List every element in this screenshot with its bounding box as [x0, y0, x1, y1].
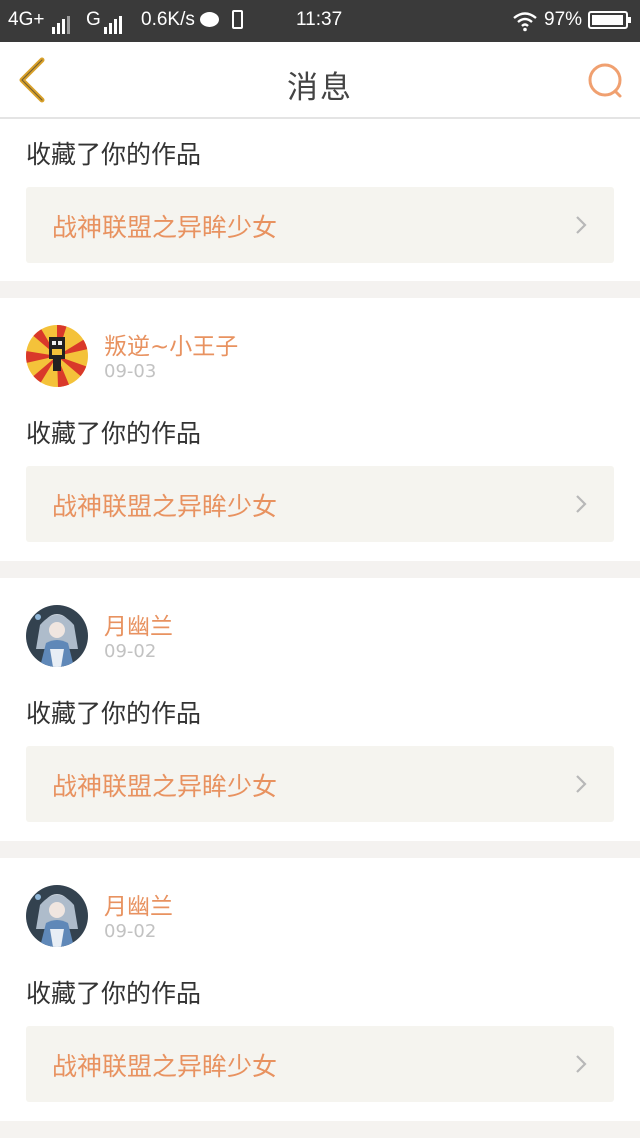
chevron-right-icon	[576, 216, 587, 234]
action-text: 收藏了你的作品	[26, 140, 202, 169]
message-card: 月幽兰 09-02 收藏了你的作品 战神联盟之异眸少女	[0, 858, 640, 1121]
avatar[interactable]	[26, 885, 88, 947]
chevron-right-icon	[576, 495, 587, 513]
anime-girl-avatar-icon	[26, 885, 88, 947]
work-title: 战神联盟之异眸少女	[52, 772, 278, 801]
avatar[interactable]	[26, 605, 88, 667]
message-card: 叛逆~小王子 09-03 收藏了你的作品 战神联盟之异眸少女	[0, 298, 640, 561]
username[interactable]: 叛逆~小王子	[104, 327, 238, 361]
action-text: 收藏了你的作品	[26, 979, 202, 1008]
work-title: 战神联盟之异眸少女	[52, 1052, 278, 1081]
search-button[interactable]	[584, 60, 626, 102]
message-bubble-icon	[200, 12, 219, 27]
wifi-icon	[513, 12, 537, 32]
work-link[interactable]: 战神联盟之异眸少女	[26, 466, 614, 542]
signal-icon	[52, 12, 72, 34]
battery-icon	[588, 11, 631, 29]
page-title: 消息	[287, 70, 353, 106]
search-icon	[588, 63, 622, 98]
username[interactable]: 月幽兰	[104, 607, 173, 641]
action-text: 收藏了你的作品	[26, 419, 202, 448]
header: 消息	[0, 42, 640, 119]
signal-icon-2	[104, 12, 124, 34]
message-card: 月幽兰 09-02 收藏了你的作品 战神联盟之异眸少女	[0, 578, 640, 841]
chevron-right-icon	[576, 775, 587, 793]
work-link[interactable]: 战神联盟之异眸少女	[26, 746, 614, 822]
chevron-right-icon	[576, 1055, 587, 1073]
username[interactable]: 月幽兰	[104, 887, 173, 921]
work-link[interactable]: 战神联盟之异眸少女	[26, 187, 614, 263]
status-bar: 4G+ G 0.6K/s 11:37 97%	[0, 0, 640, 42]
divider	[0, 281, 640, 298]
message-list: 收藏了你的作品 战神联盟之异眸少女 叛逆~小王子 09-03 收藏了你的作品 战…	[0, 119, 640, 1121]
network-speed: 0.6K/s	[141, 9, 195, 30]
work-title: 战神联盟之异眸少女	[52, 213, 278, 242]
network-type-2: G	[86, 9, 101, 30]
battery-percent: 97%	[544, 9, 583, 30]
date: 09-02	[104, 641, 157, 662]
divider	[0, 561, 640, 578]
avatar[interactable]	[26, 325, 88, 387]
action-text: 收藏了你的作品	[26, 699, 202, 728]
anime-girl-avatar-icon	[26, 605, 88, 667]
date: 09-03	[104, 361, 157, 382]
work-title: 战神联盟之异眸少女	[52, 492, 278, 521]
clock: 11:37	[296, 9, 343, 30]
network-type: 4G+	[8, 9, 45, 30]
phone-icon	[232, 10, 243, 29]
message-card: 收藏了你的作品 战神联盟之异眸少女	[0, 119, 640, 281]
work-link[interactable]: 战神联盟之异眸少女	[26, 1026, 614, 1102]
divider	[0, 841, 640, 858]
date: 09-02	[104, 921, 157, 942]
pixel-robot-avatar-icon	[26, 325, 88, 387]
